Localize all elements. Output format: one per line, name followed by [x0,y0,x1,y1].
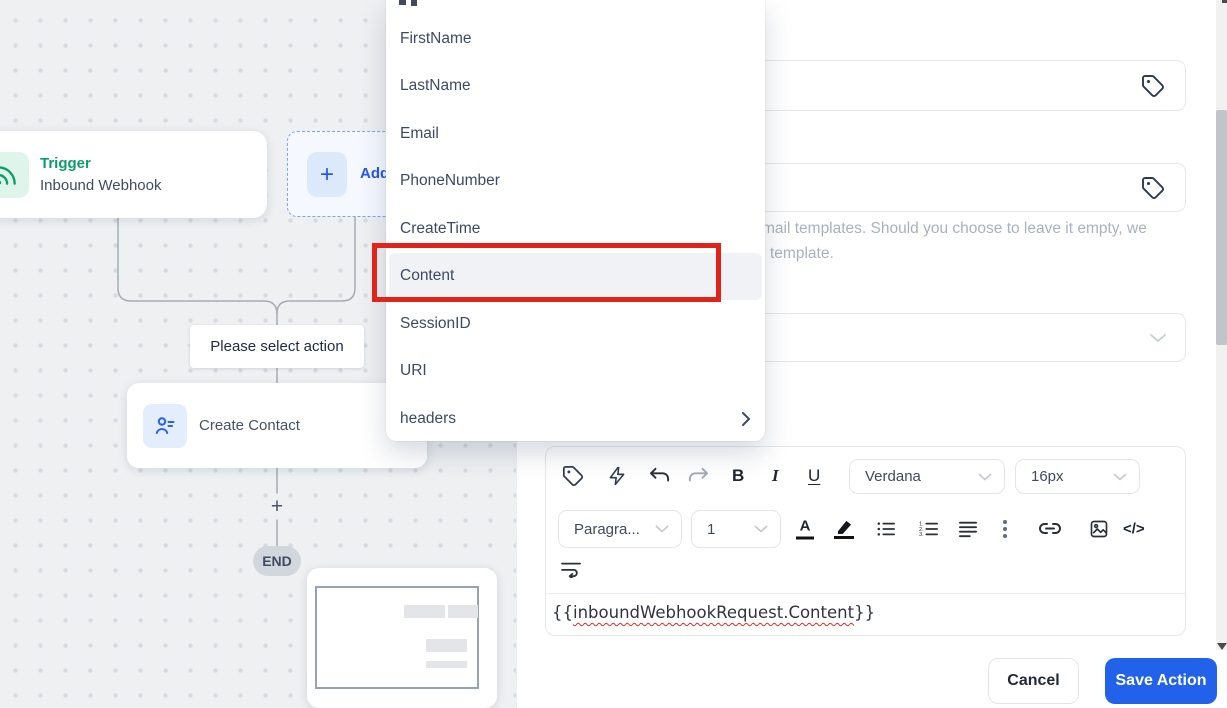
scrollbar-thumb[interactable] [1216,110,1227,345]
scrollbar-down-arrow[interactable] [1217,643,1227,650]
cancel-button[interactable]: Cancel [988,658,1079,704]
trigger-title: Trigger [40,155,91,172]
font-family-select[interactable]: Verdana [849,459,1005,494]
font-family-value: Verdana [865,468,921,485]
end-node: END [253,546,301,576]
font-size-value: 16px [1031,468,1064,485]
tag-icon[interactable] [1141,176,1165,200]
dropdown-item-sessionid[interactable]: SessionID [386,300,765,348]
align-icon[interactable] [958,520,978,538]
font-color-button[interactable]: A [796,519,814,540]
editor-divider [546,593,1185,594]
list-level-value: 1 [707,520,716,538]
italic-button[interactable]: I [772,466,779,486]
underline-button[interactable]: U [808,466,820,486]
code-icon[interactable]: </> [1123,521,1145,538]
webhook-icon [0,152,29,198]
plus-icon: + [307,152,347,197]
dropdown-item-email[interactable]: Email [386,110,765,158]
highlighter-icon[interactable] [834,519,854,539]
text-wrap-icon[interactable] [560,560,582,578]
chevron-right-icon [741,411,751,427]
minimap-bar [404,605,445,618]
undo-icon[interactable] [649,467,671,485]
clipped-item-fragment [399,0,406,5]
scrollbar-top-fragment [1222,0,1227,3]
dropdown-item-firstname[interactable]: FirstName [386,15,765,63]
trigger-subtitle: Inbound Webhook [40,177,162,194]
paragraph-style-select[interactable]: Paragra... [558,510,682,548]
dropdown-item-uri[interactable]: URI [386,348,765,396]
create-contact-label: Create Contact [199,417,300,434]
paragraph-style-value: Paragra... [574,520,640,538]
editor-content[interactable]: {{inboundWebhookRequest.Content}} [552,603,875,622]
helper-text-line1: mail templates. Should you choose to lea… [762,220,1147,237]
redo-icon[interactable] [687,467,709,485]
merge-field-dropdown: FirstName LastName Email PhoneNumber Cre… [386,0,765,441]
merge-variable: inboundWebhookRequest.Content [573,603,855,622]
dropdown-item-lastname[interactable]: LastName [386,63,765,111]
brace-open: {{ [552,603,573,622]
font-size-select[interactable]: 16px [1015,459,1140,494]
image-icon[interactable] [1089,519,1109,539]
more-options-icon[interactable] [1002,519,1008,539]
contact-person-icon [143,404,187,448]
action-prompt-box: Please select action [190,325,364,368]
add-label: Add [360,165,390,182]
insert-step-button[interactable]: + [266,495,288,519]
create-contact-node[interactable]: Create Contact [127,383,427,468]
rich-text-editor: B I U Verdana 16px Paragra... 1 A 1. 2. 3. [545,446,1186,636]
minimap-bar [426,661,467,668]
trigger-node[interactable]: Trigger Inbound Webhook [0,131,267,218]
bullet-list-icon[interactable] [876,520,896,538]
clipped-item-fragment [411,0,417,6]
dropdown-item-label: headers [400,409,457,427]
minimap-bar [448,605,478,618]
chevron-down-icon [1149,333,1167,343]
svg-text:3.: 3. [919,532,923,538]
dropdown-item-phonenumber[interactable]: PhoneNumber [386,158,765,206]
annotation-highlight-rect [372,243,721,302]
brace-close: }} [854,603,876,622]
lightning-icon[interactable] [607,465,627,487]
end-label: END [262,553,292,569]
merge-tag-icon[interactable] [562,465,584,487]
list-level-select[interactable]: 1 [691,510,781,548]
link-icon[interactable] [1038,520,1062,538]
helper-text-line2: template. [770,245,834,262]
minimap-frame [315,586,479,689]
numbered-list-icon[interactable]: 1. 2. 3. [919,520,939,538]
minimap-preview-card [307,568,497,708]
minimap-bar [426,639,467,652]
tag-icon[interactable] [1141,74,1165,98]
action-prompt-label: Please select action [210,338,344,355]
dropdown-item-headers[interactable]: headers [386,395,765,441]
bold-button[interactable]: B [732,466,744,486]
save-action-button[interactable]: Save Action [1105,658,1217,704]
